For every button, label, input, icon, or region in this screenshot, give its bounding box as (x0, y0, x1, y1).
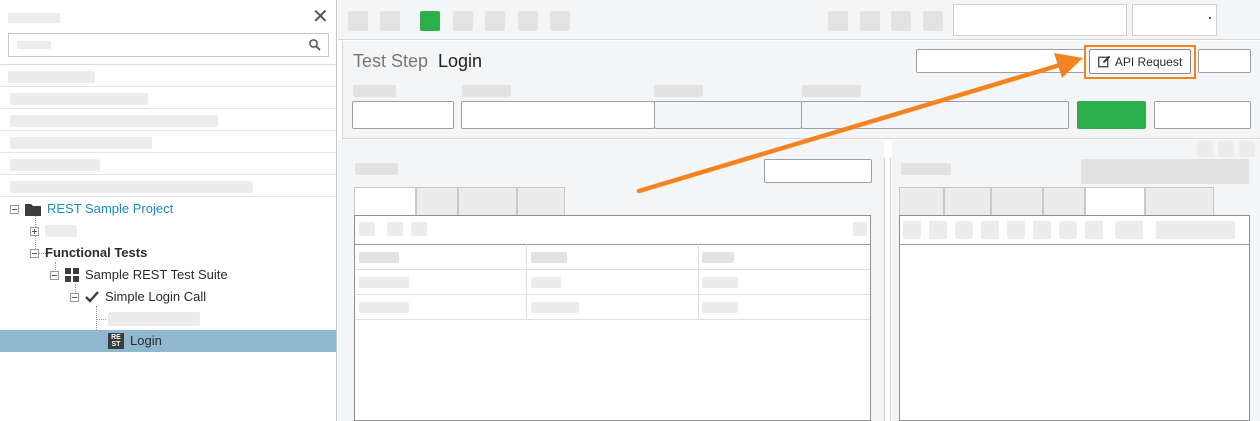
arrow-annotation (636, 53, 1083, 194)
